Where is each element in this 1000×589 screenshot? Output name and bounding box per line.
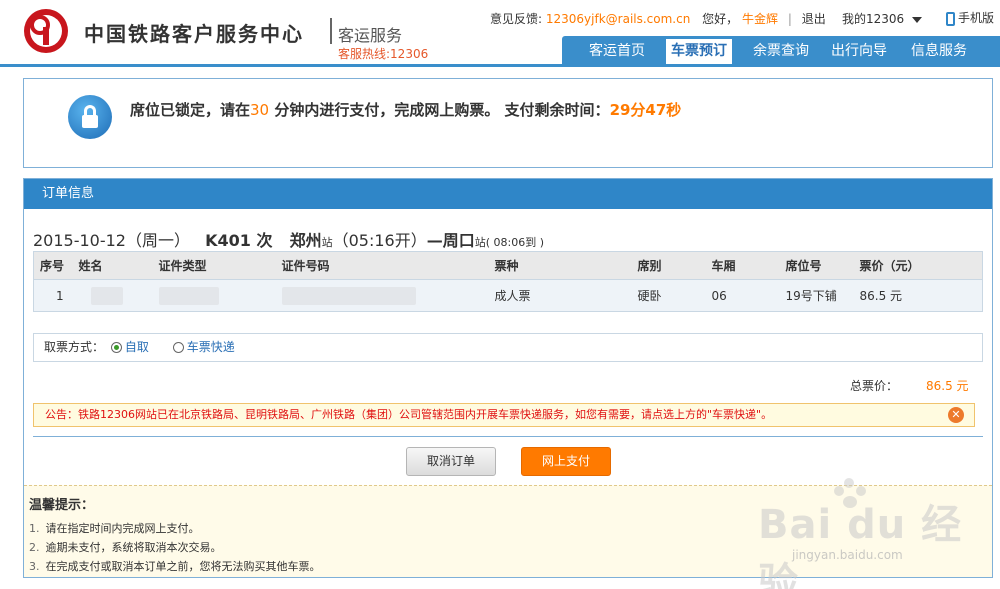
col-price: 票价（元） — [859, 251, 983, 280]
lock-icon — [68, 95, 112, 139]
notice-minutes: 30 — [250, 101, 270, 119]
logout-link[interactable]: 退出 — [802, 12, 826, 26]
train-info: 2015-10-12（周一） K401 次 郑州站（05:16开）—周口站( 0… — [33, 227, 544, 251]
train-number: K401 次 — [205, 231, 273, 250]
col-id-type: 证件类型 — [158, 251, 282, 280]
seat-locked-notice: 席位已锁定，请在30 分钟内进行支付，完成网上购票。 支付剩余时间：29分47秒 — [23, 78, 993, 168]
total-value: 86.5 元 — [926, 379, 969, 393]
col-seat-class: 席别 — [637, 251, 712, 280]
cell-ticket-type: 成人票 — [494, 279, 638, 312]
to-station: —周口 — [426, 231, 475, 250]
watermark-url: jingyan.baidu.com — [792, 548, 903, 562]
cancel-order-button[interactable]: 取消订单 — [406, 447, 496, 476]
remaining-time: 29分47秒 — [609, 101, 682, 119]
notice-part2: 分钟内进行支付，完成网上购票。 支付剩余时间： — [269, 101, 610, 119]
main-nav: 客运首页 车票预订 余票查询 出行向导 信息服务 — [562, 36, 1000, 66]
table-header-row: 序号 姓名 证件类型 证件号码 票种 席别 车厢 席位号 票价（元） — [33, 251, 983, 280]
nav-bottom-line — [0, 64, 1000, 67]
pickup-label: 取票方式： — [44, 340, 105, 354]
ticket-table: 序号 姓名 证件类型 证件号码 票种 席别 车厢 席位号 票价（元） 1 成人票… — [33, 251, 983, 312]
user-name-link[interactable]: 牛金辉 — [742, 12, 778, 26]
cell-seat-no: 19号下铺 — [785, 279, 860, 312]
my12306-menu[interactable]: 我的12306 — [842, 10, 923, 27]
hotline: 客服热线:12306 — [338, 47, 429, 61]
from-suffix: 站 — [321, 236, 333, 249]
divider — [33, 436, 983, 437]
title-divider — [330, 18, 332, 44]
cell-price: 86.5 元 — [859, 279, 983, 312]
feedback-email-link[interactable]: 12306yjfk@rails.com.cn — [546, 12, 690, 26]
col-seat-no: 席位号 — [785, 251, 860, 280]
tip-text: 请在指定时间内完成网上支付。 — [45, 522, 200, 535]
col-ticket-type: 票种 — [494, 251, 638, 280]
total-label: 总票价： — [850, 379, 899, 393]
cell-car: 06 — [711, 279, 786, 312]
cell-seq: 1 — [33, 279, 79, 312]
close-icon[interactable]: ✕ — [948, 407, 964, 423]
pickup-express-radio[interactable] — [172, 342, 184, 353]
nav-ticket-booking[interactable]: 车票预订 — [666, 39, 732, 64]
total-price: 总票价： 86.5 元 — [850, 377, 969, 394]
pickup-express-label[interactable]: 车票快递 — [187, 340, 235, 354]
arrive-time: ( 08:06到 ) — [485, 236, 544, 249]
mobile-label: 手机版 — [958, 11, 995, 25]
cell-id-number — [281, 279, 495, 312]
cell-id-type — [158, 279, 282, 312]
to-suffix: 站 — [474, 236, 486, 249]
nav-travel-guide[interactable]: 出行向导 — [826, 36, 892, 66]
blurred-id-type — [158, 286, 219, 305]
mobile-version-link[interactable]: 手机版 — [946, 9, 994, 26]
tip-text: 在完成支付或取消本订单之前，您将无法购买其他车票。 — [45, 560, 321, 573]
link-separator: | — [787, 12, 792, 26]
from-station: 郑州 — [289, 231, 322, 250]
pickup-self-radio[interactable] — [110, 342, 122, 353]
col-id-number: 证件号码 — [281, 251, 495, 280]
my12306-label: 我的12306 — [842, 12, 905, 26]
top-links: 意见反馈: 12306yjfk@rails.com.cn 您好， 牛金辉 | 退… — [490, 10, 826, 27]
phone-icon — [946, 11, 955, 26]
pay-online-button[interactable]: 网上支付 — [521, 447, 611, 476]
notice-text: 席位已锁定，请在30 分钟内进行支付，完成网上购票。 支付剩余时间：29分47秒 — [130, 99, 681, 120]
tip-text: 逾期未支付，系统将取消本次交易。 — [45, 541, 222, 554]
tip-index: 3. — [29, 560, 40, 573]
blurred-id-number — [281, 286, 416, 305]
col-car: 车厢 — [711, 251, 786, 280]
cell-seat-class: 硬卧 — [637, 279, 712, 312]
table-row: 1 成人票 硬卧 06 19号下铺 86.5 元 — [33, 279, 983, 312]
tip-index: 2. — [29, 541, 40, 554]
cell-name — [78, 279, 159, 312]
watermark-brand: Bai du 经验 — [758, 502, 963, 589]
announcement-text: 公告：铁路12306网站已在北京铁路局、昆明铁路局、广州铁路（集团）公司管辖范围… — [45, 408, 773, 421]
announcement-bar: 公告：铁路12306网站已在北京铁路局、昆明铁路局、广州铁路（集团）公司管辖范围… — [33, 403, 975, 427]
site-title: 中国铁路客户服务中心 — [84, 22, 304, 46]
pickup-self-label[interactable]: 自取 — [125, 340, 149, 354]
depart-time: （05:16开） — [332, 231, 427, 250]
col-name: 姓名 — [78, 251, 159, 280]
order-panel-title: 订单信息 — [24, 179, 992, 209]
col-seq: 序号 — [33, 251, 79, 280]
nav-remaining-tickets[interactable]: 余票查询 — [748, 36, 814, 66]
railway-logo-icon[interactable] — [24, 9, 68, 53]
site-header: 中国铁路客户服务中心 客运服务 客服热线:12306 意见反馈: 12306yj… — [0, 0, 1000, 67]
tip-index: 1. — [29, 522, 40, 535]
pickup-method: 取票方式： 自取 车票快递 — [33, 333, 983, 362]
nav-info-service[interactable]: 信息服务 — [906, 36, 972, 66]
greeting: 您好， — [702, 12, 739, 26]
feedback-label: 意见反馈: — [490, 12, 543, 26]
train-date: 2015-10-12（周一） — [33, 231, 190, 250]
blurred-name — [90, 286, 123, 305]
notice-part1: 席位已锁定，请在 — [130, 101, 251, 119]
nav-home[interactable]: 客运首页 — [584, 36, 650, 66]
sub-title: 客运服务 — [338, 26, 403, 45]
chevron-down-icon — [912, 16, 923, 23]
